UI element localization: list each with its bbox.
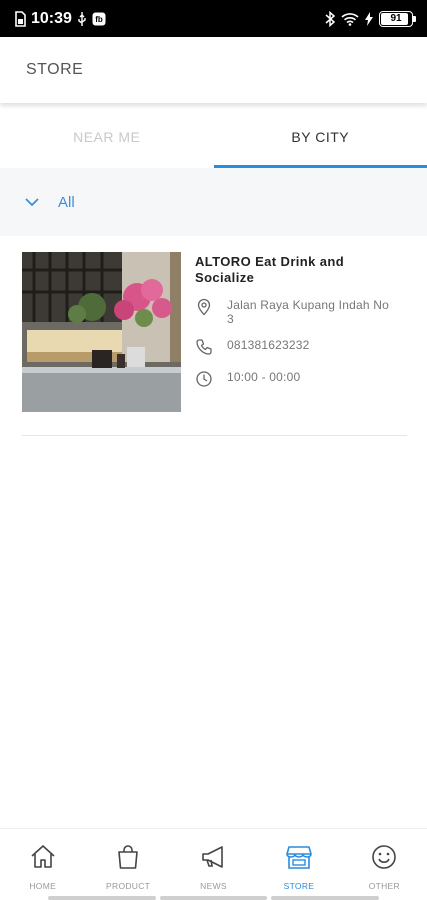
battery-level: 91 <box>390 13 402 24</box>
store-name: ALTORO Eat Drink and Socialize <box>195 254 345 285</box>
tab-bar: NEAR ME BY CITY <box>0 106 427 168</box>
battery-icon: 91 <box>379 10 416 27</box>
app-notification-icon: fb <box>92 12 106 25</box>
home-icon <box>31 845 55 868</box>
status-bar: 10:39 fb 91 <box>0 0 427 37</box>
status-time: 10:39 <box>31 9 72 27</box>
nav-product[interactable]: PRODUCT <box>85 829 170 900</box>
bluetooth-icon <box>325 10 335 27</box>
nav-product-label: PRODUCT <box>106 881 151 891</box>
location-pin-icon <box>197 298 211 316</box>
sim-icon <box>15 10 26 27</box>
store-card[interactable]: ALTORO Eat Drink and Socialize Jalan Ray… <box>22 252 407 436</box>
gesture-bar <box>0 896 427 900</box>
clock-icon <box>196 371 212 387</box>
tab-near-me-label: NEAR ME <box>73 129 141 145</box>
app-header: STORE <box>0 37 427 103</box>
smiley-icon <box>372 845 397 869</box>
nav-news[interactable]: NEWS <box>171 829 256 900</box>
megaphone-icon <box>201 846 223 868</box>
store-phone: 081381623232 <box>227 338 310 352</box>
store-address: Jalan Raya Kupang Indah No 3 <box>227 298 389 326</box>
wifi-icon <box>341 12 359 26</box>
svg-text:fb: fb <box>95 15 103 24</box>
screen: 10:39 fb 91 STORE NEAR ME BY CITY All AL… <box>0 0 427 900</box>
charging-icon <box>365 11 373 26</box>
store-phone-row[interactable]: 081381623232 <box>195 338 407 356</box>
nav-store[interactable]: STORE <box>256 829 341 900</box>
tab-by-city-label: BY CITY <box>291 129 350 145</box>
store-info: ALTORO Eat Drink and Socialize Jalan Ray… <box>181 252 407 435</box>
store-photo <box>22 252 181 412</box>
nav-news-label: NEWS <box>200 881 227 891</box>
bottom-navigation: HOME PRODUCT NEWS STORE OTHER <box>0 828 427 900</box>
store-hours: 10:00 - 00:00 <box>227 370 301 384</box>
city-filter-value: All <box>58 193 75 211</box>
city-filter-dropdown[interactable]: All <box>0 168 427 236</box>
tab-by-city[interactable]: BY CITY <box>213 106 427 168</box>
nav-home-label: HOME <box>29 881 57 891</box>
shopping-bag-icon <box>118 845 138 869</box>
store-address-row: Jalan Raya Kupang Indah No 3 <box>195 298 407 326</box>
nav-store-label: STORE <box>283 881 315 891</box>
tab-near-me[interactable]: NEAR ME <box>0 106 214 168</box>
nav-other-label: OTHER <box>368 881 400 891</box>
phone-icon <box>196 339 212 355</box>
chevron-down-icon <box>25 198 39 207</box>
nav-other[interactable]: OTHER <box>342 829 427 900</box>
store-icon <box>286 846 312 869</box>
page-title: STORE <box>26 61 84 78</box>
nav-home[interactable]: HOME <box>0 829 85 900</box>
store-hours-row: 10:00 - 00:00 <box>195 370 407 388</box>
usb-icon <box>78 11 86 26</box>
